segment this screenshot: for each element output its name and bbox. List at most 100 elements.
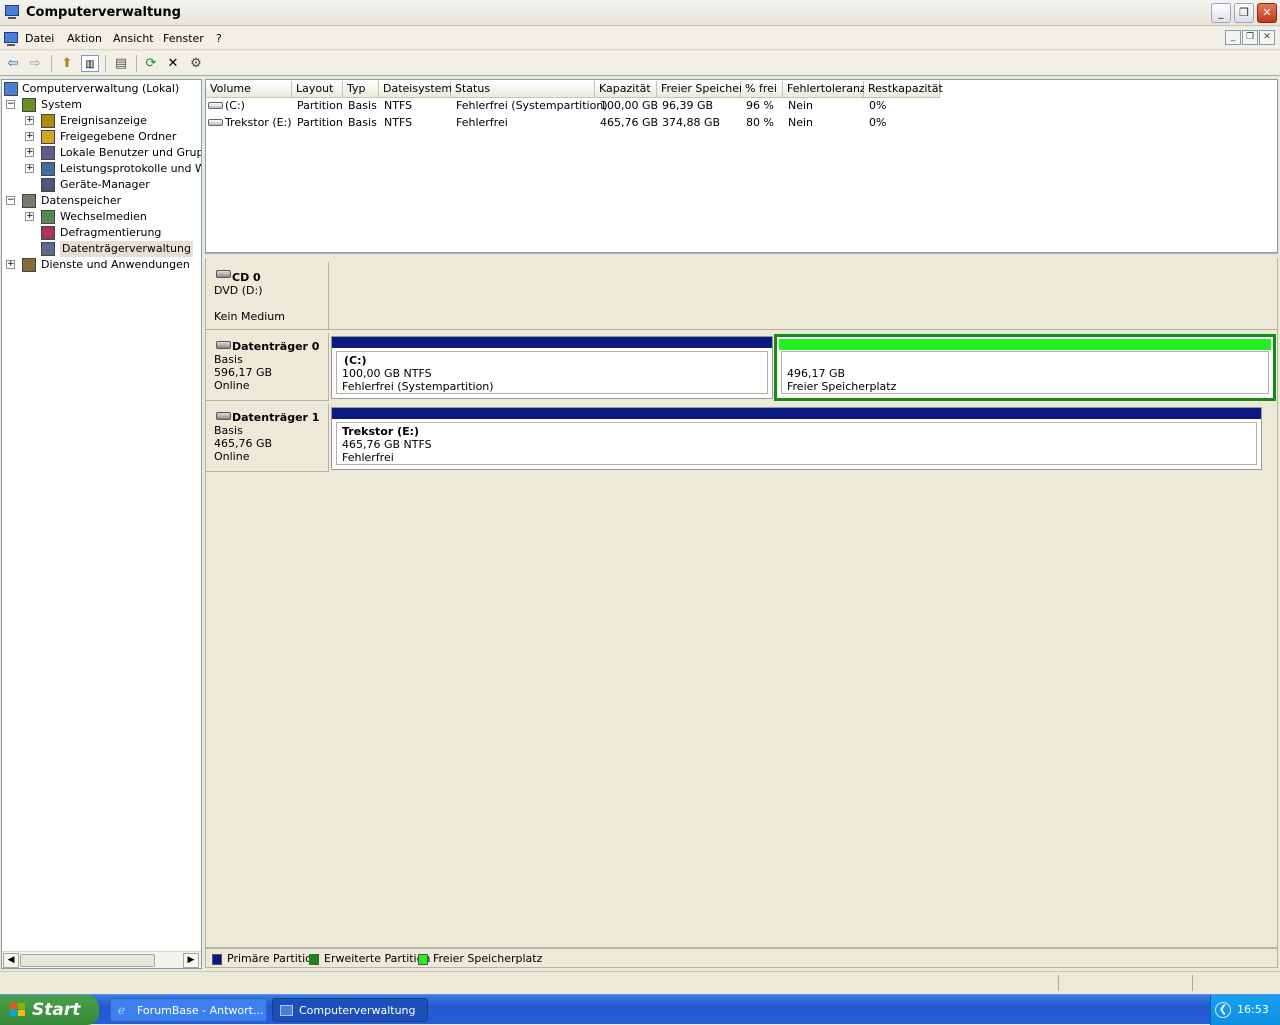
column-header[interactable]: Dateisystem	[379, 81, 452, 98]
column-header[interactable]: Status	[451, 81, 595, 98]
shared-folder-icon	[41, 130, 55, 144]
taskbar-button-computerverwaltung[interactable]: Computerverwaltung	[272, 998, 428, 1022]
title-bar: Computerverwaltung _ ❐ ✕	[0, 0, 1280, 26]
tree-node[interactable]: + Freigegebene Ordner	[2, 129, 201, 145]
column-header[interactable]: Typ	[343, 81, 379, 98]
tree-node-label: Datenspeicher	[41, 194, 122, 207]
show-tree-icon[interactable]: ▥	[81, 55, 99, 72]
disk-info-1[interactable]: Datenträger 1 Basis 465,76 GB Online	[206, 404, 329, 472]
disk0-size: 596,17 GB	[214, 366, 273, 379]
volume-list: Volume Layout Typ Dateisystem Status Kapazitä…	[205, 79, 1278, 253]
tree-node[interactable]: + Wechselmedien	[2, 209, 201, 225]
tree-node[interactable]: + Leistungsprotokolle und Warnungen	[2, 161, 201, 177]
close-button[interactable]: ✕	[1257, 3, 1277, 23]
tree-horizontal-scrollbar[interactable]: ◀ ▶	[2, 951, 201, 968]
tree-node-label: Lokale Benutzer und Gruppen	[60, 146, 201, 159]
cd0-drive: DVD (D:)	[214, 284, 263, 297]
partition-type-bar	[332, 408, 1261, 419]
child-restore-button[interactable]: ❐	[1242, 30, 1258, 45]
scroll-left-icon[interactable]: ◀	[3, 953, 19, 968]
table-cell: 80 %	[746, 116, 774, 129]
table-cell: NTFS	[384, 116, 413, 129]
partition-free-space[interactable]: 496,17 GB Freier Speicherplatz	[774, 334, 1276, 401]
properties-icon[interactable]: ▤	[112, 55, 130, 72]
table-row[interactable]: Trekstor (E:) Partition Basis NTFS Fehlerfre…	[206, 115, 1277, 131]
menu-fenster[interactable]: Fenster	[163, 32, 204, 45]
disk1-state: Online	[214, 450, 250, 463]
start-label: Start	[32, 1000, 81, 1020]
expand-icon[interactable]: +	[25, 116, 34, 125]
expand-icon[interactable]: +	[25, 212, 34, 221]
menu-ansicht[interactable]: Ansicht	[113, 32, 154, 45]
restore-button[interactable]: ❐	[1234, 3, 1254, 23]
scroll-right-icon[interactable]: ▶	[183, 953, 199, 968]
column-header[interactable]: Freier Speicher	[657, 81, 744, 98]
menu-datei[interactable]: Datei	[25, 32, 54, 45]
partition-title: (C:)	[344, 354, 367, 367]
table-cell: 0%	[869, 99, 887, 112]
expand-icon[interactable]: +	[25, 132, 34, 141]
partition-status: Freier Speicherplatz	[787, 380, 897, 393]
show-hidden-icons-icon[interactable]: ❮	[1215, 1002, 1231, 1018]
tree-node[interactable]: + Dienste und Anwendungen	[2, 257, 201, 273]
column-header[interactable]: Volume	[206, 81, 292, 98]
tree-node[interactable]: + Ereignisanzeige	[2, 113, 201, 129]
refresh-icon[interactable]: ⟳	[142, 55, 160, 72]
cd0-status: Kein Medium	[214, 310, 285, 323]
tree-node[interactable]: Datenträgerverwaltung	[2, 241, 201, 257]
expand-icon[interactable]: +	[25, 148, 34, 157]
tree-node[interactable]: − System	[2, 97, 201, 113]
table-cell: 96,39 GB	[662, 99, 714, 112]
collapse-icon[interactable]: −	[6, 100, 15, 109]
column-header[interactable]: Fehlertoleranz	[783, 81, 866, 98]
tree-node[interactable]: Defragmentierung	[2, 225, 201, 241]
start-button[interactable]: Start	[0, 995, 99, 1025]
tree-node-label: Freigegebene Ordner	[60, 130, 177, 143]
column-header[interactable]: Restkapazität	[864, 81, 943, 98]
table-cell: Nein	[788, 99, 814, 112]
up-folder-icon[interactable]: ⬆	[58, 55, 76, 72]
storage-icon	[22, 194, 36, 208]
collapse-icon[interactable]: −	[6, 196, 15, 205]
forward-icon[interactable]: ⇨	[26, 55, 44, 72]
menu-aktion[interactable]: Aktion	[67, 32, 102, 45]
tree-node[interactable]: − Datenspeicher	[2, 193, 201, 209]
legend-swatch-free	[418, 954, 428, 965]
legend-primary: Primäre Partition	[227, 952, 319, 965]
partition-c[interactable]: (C:) 100,00 GB NTFS Fehlerfrei (Systempa…	[331, 336, 773, 399]
table-cell: Partition	[297, 99, 343, 112]
table-cell: 100,00 GB	[600, 99, 659, 112]
delete-icon[interactable]: ✕	[164, 55, 182, 72]
column-header[interactable]: % frei	[741, 81, 783, 98]
disk-info-cd0[interactable]: CD 0 DVD (D:) Kein Medium	[206, 262, 329, 330]
table-cell: 0%	[869, 116, 887, 129]
tree-node[interactable]: Geräte-Manager	[2, 177, 201, 193]
tree-node-label: Ereignisanzeige	[60, 114, 147, 127]
disk-info-0[interactable]: Datenträger 0 Basis 596,17 GB Online	[206, 333, 329, 401]
expand-icon[interactable]: +	[25, 164, 34, 173]
partition-type-bar	[779, 339, 1271, 350]
minimize-button[interactable]: _	[1211, 3, 1231, 23]
system-menu-icon[interactable]	[4, 32, 18, 46]
internet-explorer-icon: ℯ	[118, 1003, 126, 1017]
child-minimize-button[interactable]: _	[1225, 30, 1241, 45]
expand-icon[interactable]: +	[6, 260, 15, 269]
child-close-button[interactable]: ✕	[1259, 30, 1275, 45]
partition-e[interactable]: Trekstor (E:) 465,76 GB NTFS Fehlerfrei	[331, 407, 1262, 470]
taskbar-button-forumbase[interactable]: ℯ ForumBase - Antwort...	[110, 998, 267, 1022]
legend-extended: Erweiterte Partition	[324, 952, 431, 965]
back-icon[interactable]: ⇦	[4, 55, 22, 72]
table-cell: 374,88 GB	[662, 116, 721, 129]
menu-help[interactable]: ?	[216, 32, 222, 45]
performance-icon	[41, 162, 55, 176]
computer-management-icon	[5, 5, 19, 19]
table-row[interactable]: (C:) Partition Basis NTFS Fehlerfrei (System…	[206, 98, 1277, 114]
table-cell: Fehlerfrei (Systempartition)	[456, 99, 608, 112]
scroll-thumb[interactable]	[20, 954, 155, 967]
settings-icon[interactable]: ⚙	[187, 55, 205, 72]
column-header[interactable]: Layout	[292, 81, 343, 98]
tree-node[interactable]: Computerverwaltung (Lokal)	[2, 81, 201, 97]
column-header[interactable]: Kapazität	[595, 81, 657, 98]
tree-node[interactable]: + Lokale Benutzer und Gruppen	[2, 145, 201, 161]
clock[interactable]: 16:53	[1237, 1003, 1269, 1016]
